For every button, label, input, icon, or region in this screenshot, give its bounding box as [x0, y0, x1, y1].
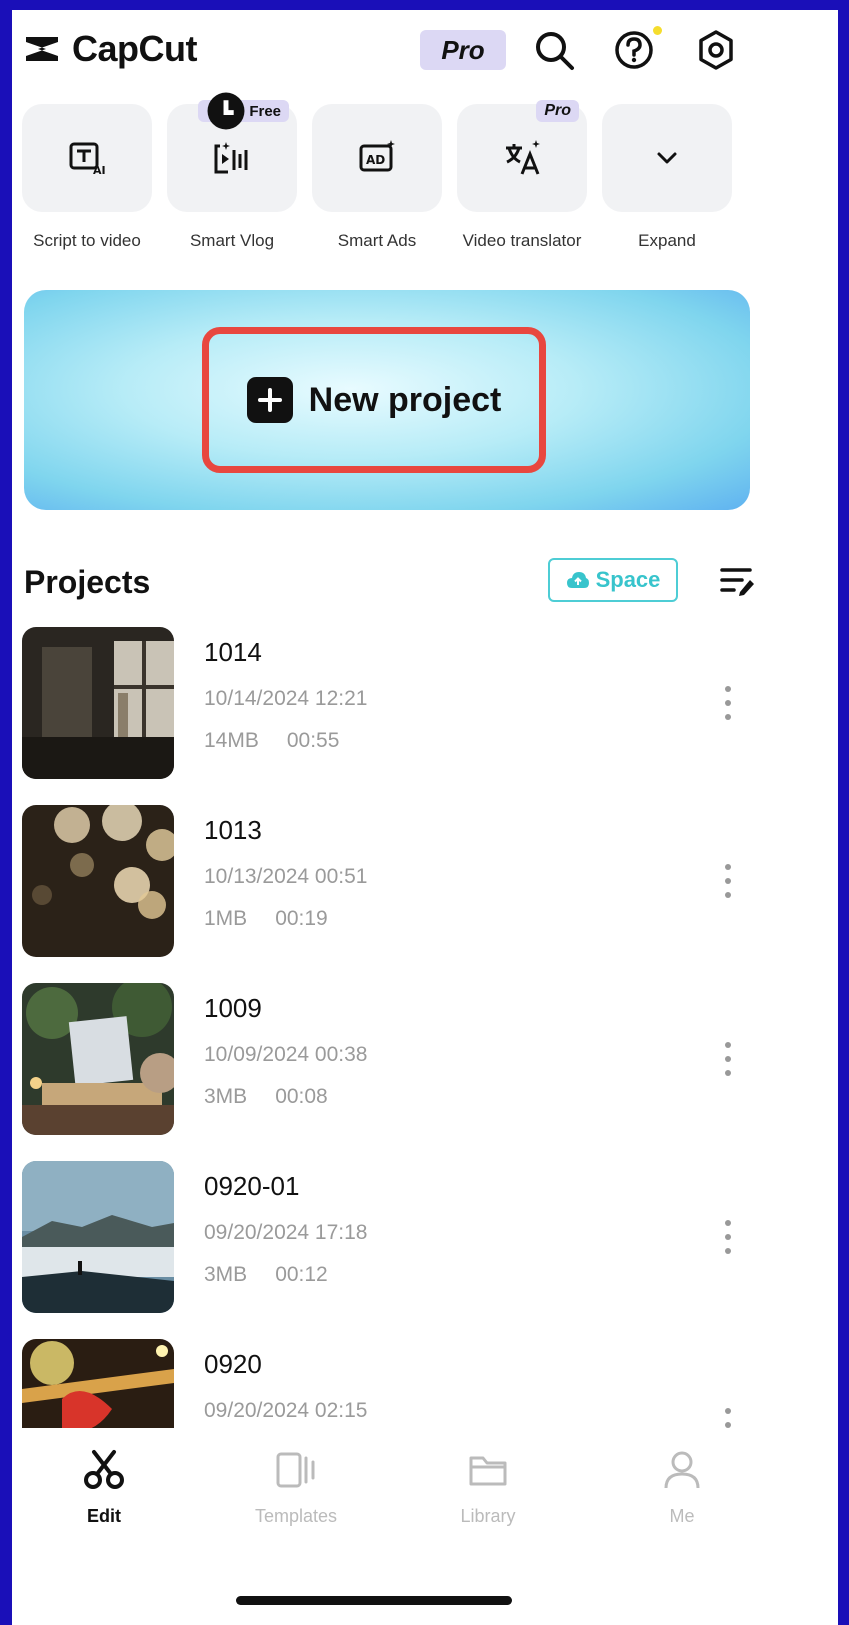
project-thumbnail — [22, 627, 174, 779]
projects-title: Projects — [24, 564, 151, 600]
free-clock-icon — [207, 92, 245, 130]
tool-box — [602, 104, 732, 212]
script-ai-icon: AI — [69, 142, 106, 177]
project-meta: 3MB 00:08 — [204, 1085, 356, 1109]
settings-icon[interactable] — [694, 28, 738, 72]
tool-expand[interactable]: Expand — [602, 104, 738, 252]
tab-me[interactable]: Me — [622, 1448, 742, 1527]
svg-text:AD: AD — [366, 153, 385, 167]
help-icon[interactable] — [612, 26, 662, 72]
project-meta: 14MB 00:55 — [204, 729, 367, 753]
translate-icon — [506, 140, 540, 175]
project-thumbnail — [22, 1161, 174, 1313]
person-icon — [664, 1451, 700, 1489]
project-name: 1009 — [204, 993, 262, 1023]
tool-box: Free — [167, 92, 297, 212]
tool-label: Smart Ads — [337, 231, 417, 250]
plus-icon — [246, 377, 293, 423]
tool-box: Pro — [457, 100, 587, 212]
project-row[interactable]: 1014 10/14/2024 12:21 14MB 00:55 — [12, 627, 838, 787]
project-thumbnail — [22, 983, 174, 1135]
notification-dot — [653, 26, 662, 35]
free-tag: Free — [198, 92, 289, 130]
header: CapCut Pro — [12, 10, 838, 98]
folder-icon — [469, 1456, 507, 1486]
sort-edit-icon[interactable] — [718, 564, 758, 598]
home-indicator — [236, 1596, 512, 1605]
capcut-logo-icon — [26, 37, 58, 61]
project-size: 14MB — [204, 729, 259, 752]
project-name: 1014 — [204, 637, 262, 667]
project-duration: 00:19 — [275, 907, 328, 930]
more-options-icon[interactable] — [720, 861, 736, 901]
smart-vlog-icon — [214, 142, 248, 174]
project-date: 09/20/2024 17:18 — [204, 1221, 368, 1244]
tool-label: Video translator — [462, 231, 582, 250]
new-project-banner[interactable]: New project — [24, 290, 750, 510]
space-button[interactable]: Space — [548, 558, 678, 602]
cloud-upload-icon — [566, 572, 589, 588]
tab-templates[interactable]: Templates — [236, 1448, 356, 1527]
tab-label: Edit — [87, 1506, 121, 1526]
tab-label: Templates — [254, 1506, 338, 1526]
project-name: 0920-01 — [204, 1171, 300, 1201]
project-row[interactable]: 1013 10/13/2024 00:51 1MB 00:19 — [12, 805, 838, 965]
tab-label: Me — [669, 1506, 695, 1526]
tab-library[interactable]: Library — [428, 1448, 548, 1527]
tab-edit[interactable]: Edit — [44, 1448, 164, 1527]
project-name: 1013 — [204, 815, 262, 845]
project-date: 10/09/2024 00:38 — [204, 1043, 368, 1066]
chevron-down-icon — [657, 152, 677, 164]
more-options-icon[interactable] — [720, 1217, 736, 1257]
scissors-icon — [84, 1450, 124, 1489]
tool-label: Script to video — [33, 231, 141, 250]
free-tag-label: Free — [249, 102, 281, 120]
project-row[interactable]: 1009 10/09/2024 00:38 3MB 00:08 — [12, 983, 838, 1143]
space-label: Space — [595, 567, 661, 592]
smart-ads-icon: AD — [359, 140, 395, 172]
project-size: 3MB — [204, 1263, 248, 1286]
project-duration: 00:55 — [286, 729, 340, 752]
app-name: CapCut — [72, 28, 198, 69]
project-row[interactable]: 0920-01 09/20/2024 17:18 3MB 00:12 — [12, 1161, 838, 1321]
project-meta: 3MB 00:12 — [204, 1263, 356, 1287]
tool-label: Smart Vlog — [189, 231, 275, 250]
search-icon[interactable] — [532, 28, 576, 72]
new-project-label: New project — [308, 380, 502, 419]
more-options-icon[interactable] — [720, 1039, 736, 1079]
tool-video-translator[interactable]: Pro Video translator — [457, 100, 593, 252]
project-name: 0920 — [204, 1349, 262, 1379]
new-project-button[interactable]: New project — [202, 327, 546, 473]
project-thumbnail — [22, 805, 174, 957]
templates-icon — [276, 1452, 315, 1488]
pro-badge[interactable]: Pro — [420, 30, 506, 70]
tool-label: Expand — [638, 231, 696, 250]
project-duration: 00:08 — [275, 1085, 328, 1108]
project-date: 09/20/2024 02:15 — [204, 1399, 368, 1422]
pro-tag: Pro — [536, 100, 579, 122]
tool-script-to-video[interactable]: AI Script to video — [22, 104, 158, 252]
project-date: 10/14/2024 12:21 — [204, 687, 368, 710]
more-options-icon[interactable] — [720, 683, 736, 723]
quick-tools: AI Script to video Free Smart Vlog AD Sm… — [12, 92, 838, 284]
tool-box: AD — [312, 104, 442, 212]
project-size: 3MB — [204, 1085, 248, 1108]
capcut-home-screen: CapCut Pro AI Script to video Free Smart… — [12, 10, 838, 1625]
tool-smart-vlog[interactable]: Free Smart Vlog — [167, 92, 303, 252]
tab-label: Library — [460, 1506, 516, 1526]
project-meta: 1MB 00:19 — [204, 907, 356, 931]
tool-smart-ads[interactable]: AD Smart Ads — [312, 104, 448, 252]
project-duration: 00:12 — [275, 1263, 328, 1286]
tool-box: AI — [22, 104, 152, 212]
project-date: 10/13/2024 00:51 — [204, 865, 368, 888]
svg-text:AI: AI — [93, 164, 106, 177]
app-logo: CapCut — [22, 28, 198, 70]
project-size: 1MB — [204, 907, 248, 930]
